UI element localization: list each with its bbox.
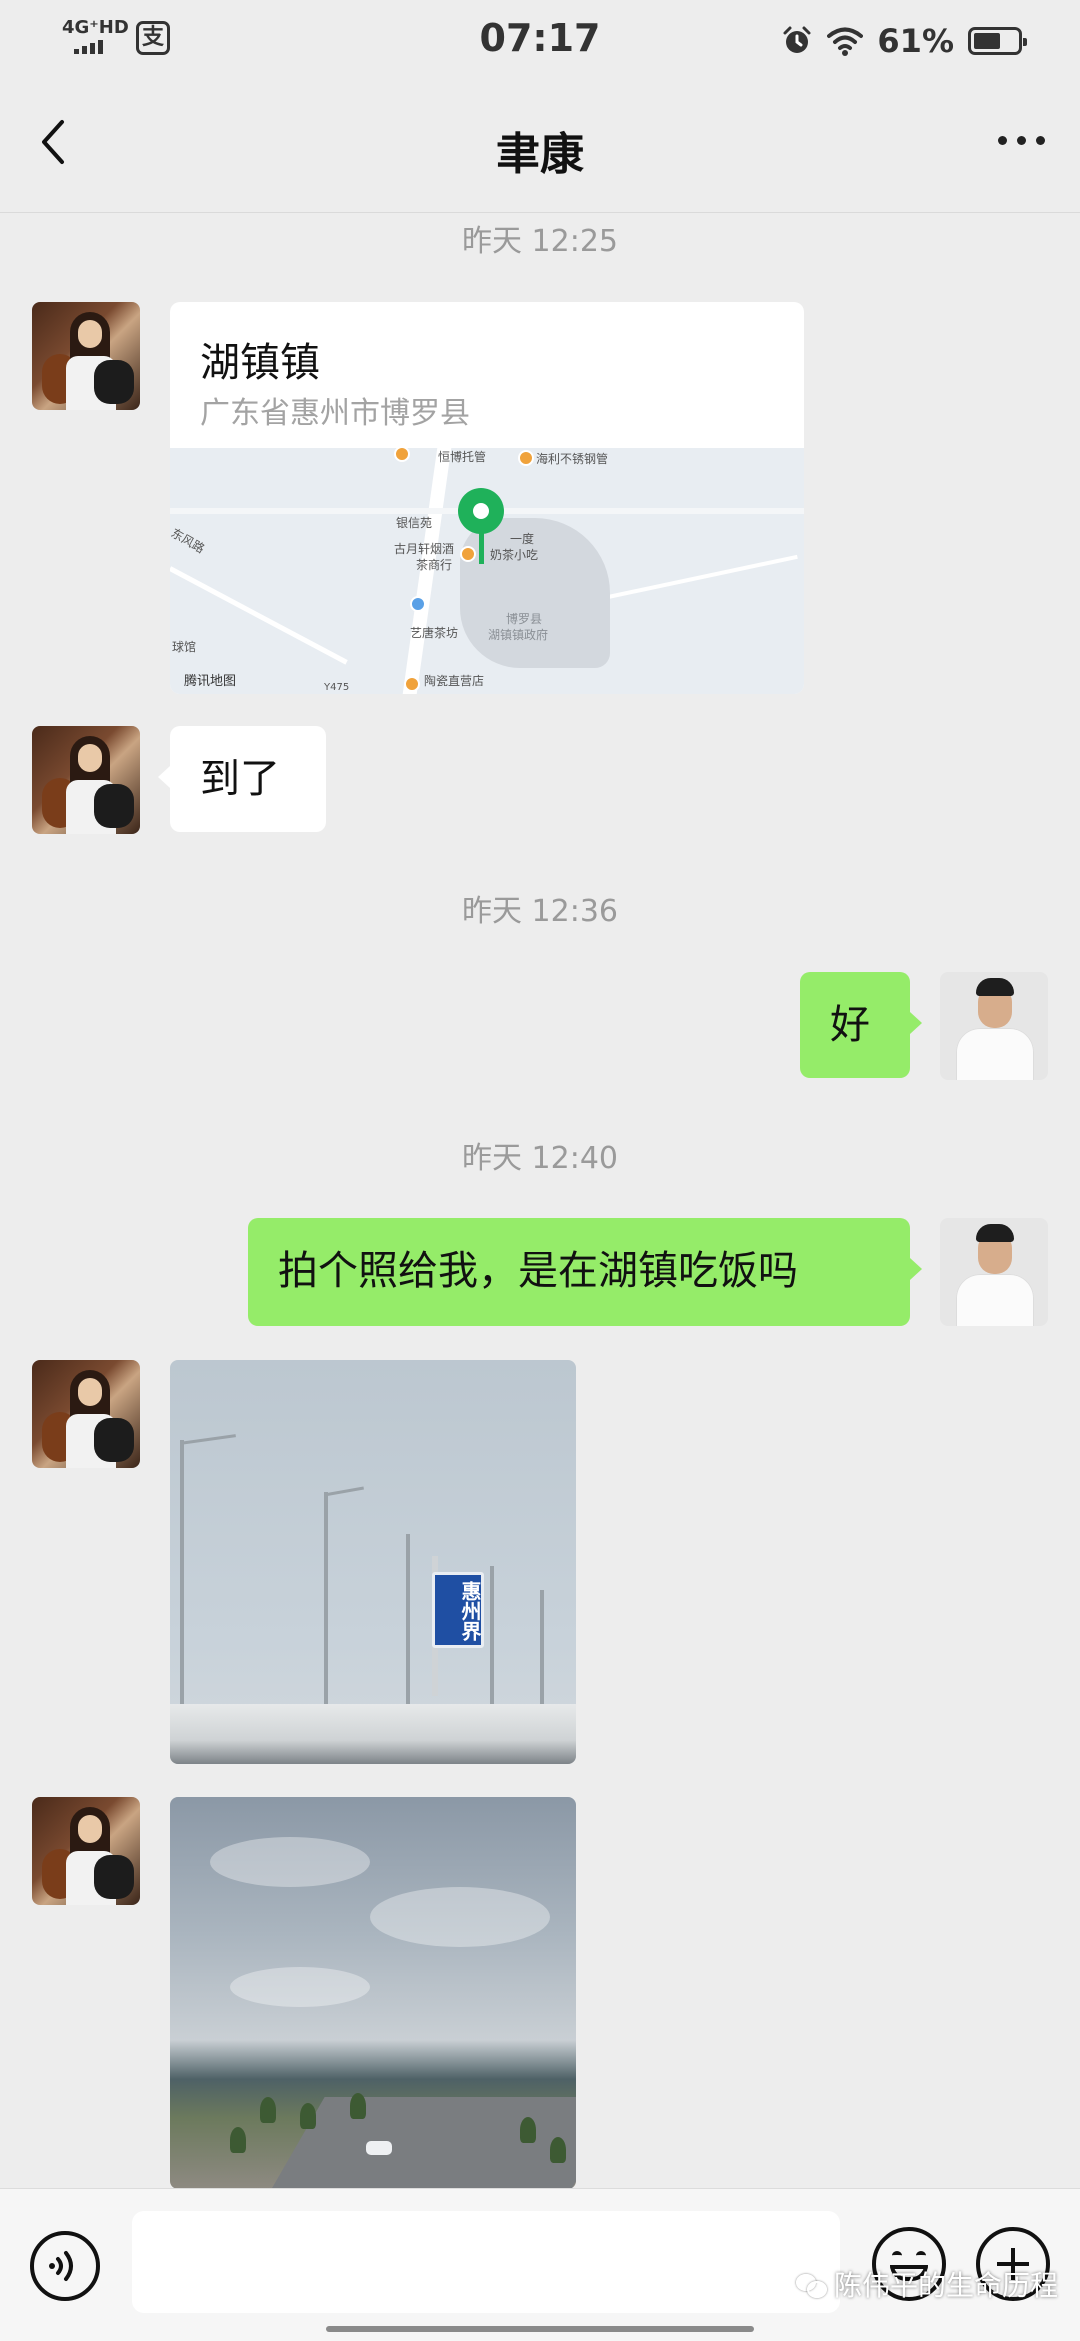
home-indicator[interactable] [326, 2326, 754, 2332]
location-address: 广东省惠州市博罗县 [200, 396, 470, 431]
contact-avatar[interactable] [32, 302, 140, 410]
image-message[interactable] [170, 1797, 576, 2189]
timestamp: 昨天 12:40 [462, 1141, 618, 1176]
timestamp: 昨天 12:25 [462, 224, 618, 259]
contact-avatar[interactable] [32, 1797, 140, 1905]
message-text: 拍个照给我，是在湖镇吃饭吗 [278, 1248, 798, 1294]
location-map-preview: 恒博托管 海利不锈钢管 银信苑 古月轩烟酒 茶商行 一度 奶茶小吃 艺唐茶坊 博… [170, 446, 804, 694]
voice-icon[interactable] [30, 2231, 100, 2301]
message-bubble-outgoing[interactable]: 拍个照给我，是在湖镇吃饭吗 [248, 1218, 922, 1326]
watermark: 陈伟平的生命历程 [795, 2264, 1058, 2304]
message-input[interactable] [132, 2211, 840, 2313]
map-label: Y475 [324, 682, 350, 693]
timestamp: 昨天 12:36 [462, 894, 618, 929]
location-pin-icon [458, 488, 504, 534]
header-divider [0, 212, 1080, 213]
wifi-icon [827, 27, 864, 56]
status-right: 61% [781, 22, 1027, 60]
my-avatar[interactable] [940, 972, 1048, 1080]
my-avatar[interactable] [940, 1218, 1048, 1326]
map-label: 球馆 [172, 640, 197, 654]
location-title: 湖镇镇 [200, 340, 320, 386]
message-text: 到了 [200, 756, 280, 802]
map-label: 一度 [510, 532, 535, 546]
message-bubble-outgoing[interactable]: 好 [800, 972, 922, 1078]
image-message[interactable]: 惠州界 [170, 1360, 576, 1764]
message-text: 好 [830, 1002, 870, 1048]
map-label: 恒博托管 [438, 450, 487, 464]
status-bar: 4G⁺HD 支 07:17 61% [0, 0, 1080, 80]
wechat-icon [795, 2272, 827, 2298]
road-sign: 惠州界 [432, 1572, 484, 1648]
chat-title: 聿康 [496, 129, 584, 180]
map-label: 东风路 [170, 525, 207, 556]
map-label: 银信苑 [396, 516, 433, 530]
map-label: 陶瓷直营店 [424, 674, 485, 688]
location-pin-stem [479, 530, 484, 564]
alarm-icon [783, 26, 811, 53]
map-label: 茶商行 [416, 558, 453, 572]
map-label: 海利不锈钢管 [536, 452, 609, 466]
more-dots-icon[interactable] [986, 120, 1056, 160]
location-message-card[interactable]: 湖镇镇 广东省惠州市博罗县 恒博托管 海利不锈钢管 银信苑 古月轩烟酒 茶商行 … [170, 302, 804, 694]
map-brand: 腾讯地图 [184, 674, 237, 689]
battery-icon [968, 27, 1027, 55]
message-bubble-incoming[interactable]: 到了 [158, 726, 326, 832]
map-label: 博罗县 [506, 612, 543, 626]
battery-percent: 61% [877, 22, 954, 60]
contact-avatar[interactable] [32, 726, 140, 834]
map-label: 古月轩烟酒 [394, 542, 455, 556]
map-label: 艺唐茶坊 [410, 626, 459, 640]
watermark-text: 陈伟平的生命历程 [833, 2269, 1058, 2302]
chat-header: 聿康 [0, 88, 1080, 208]
bridge-barrier [170, 1704, 576, 1764]
map-label: 湖镇镇政府 [488, 628, 549, 642]
map-label: 奶茶小吃 [490, 548, 539, 562]
battery-fill [974, 33, 1000, 49]
contact-avatar[interactable] [32, 1360, 140, 1468]
